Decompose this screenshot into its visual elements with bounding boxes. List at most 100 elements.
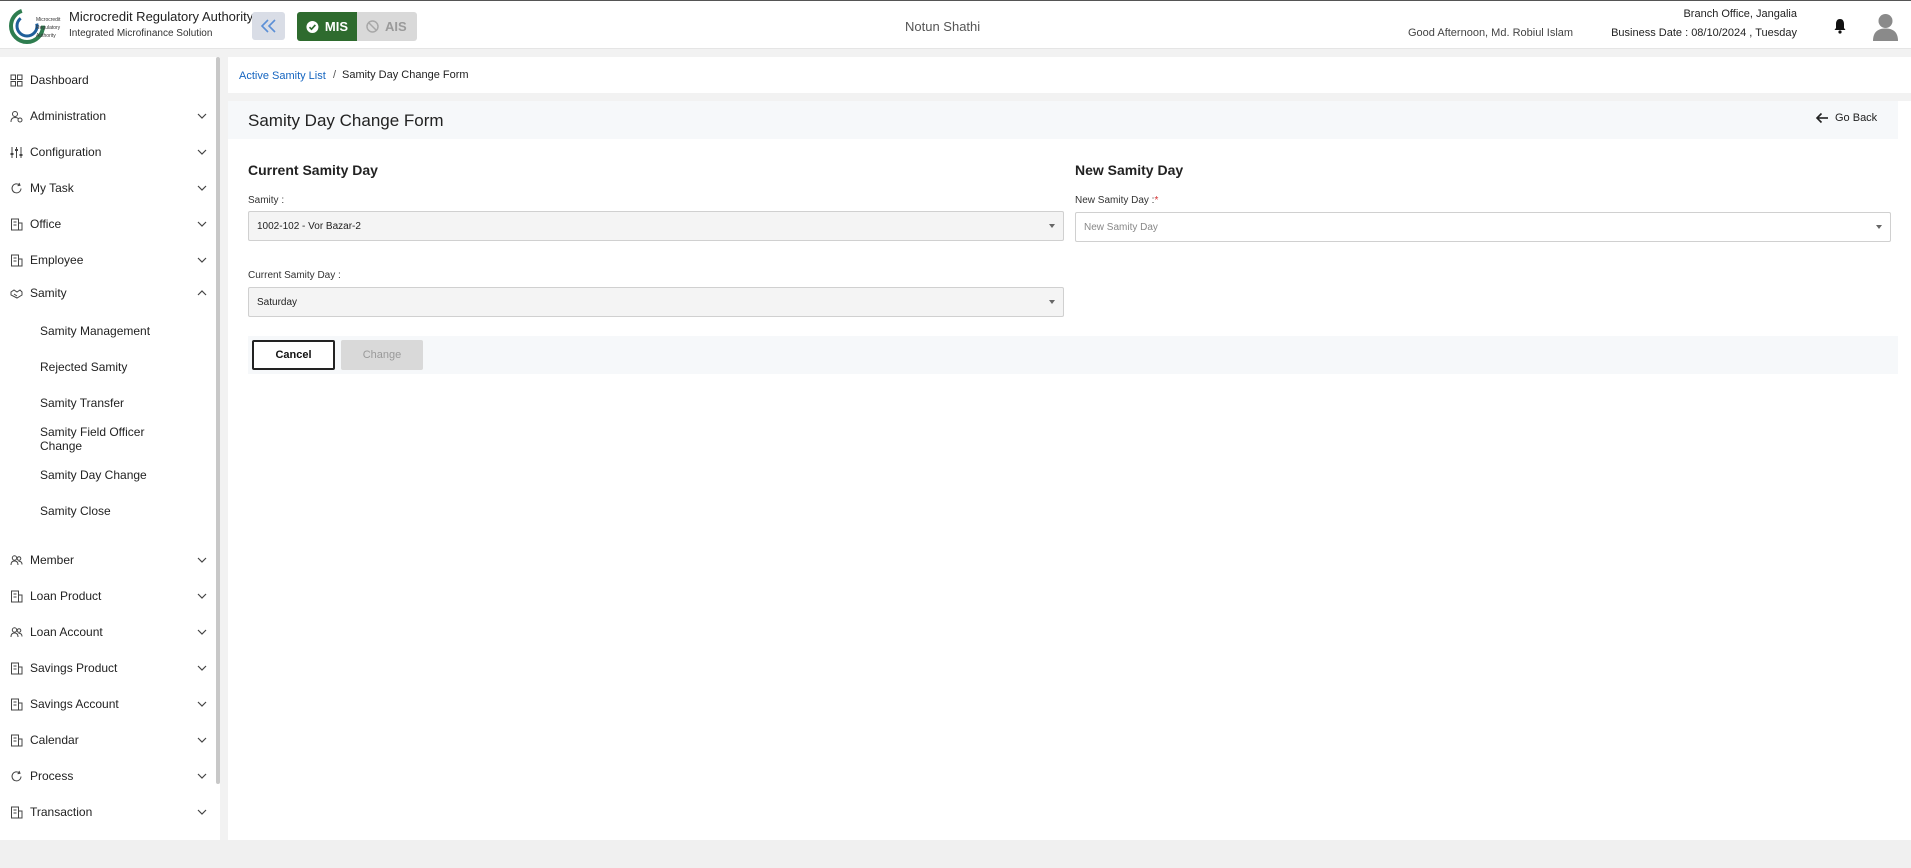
chevron-down-icon [197,257,207,263]
page-footer-strip [0,840,1911,868]
sidebar-item-samity[interactable]: Samity [0,279,214,307]
notification-bell-icon[interactable] [1833,18,1847,34]
sidebar-scrollbar[interactable] [216,57,220,784]
sidebar-item-administration[interactable]: Administration [0,102,214,130]
new-samity-day-label: New Samity Day :* [1075,195,1158,206]
users-icon [10,554,23,565]
current-samity-day-label: Current Samity Day : [248,270,341,281]
arrow-left-icon [1815,112,1828,124]
brand-title: Microcredit Regulatory Authority [69,9,254,24]
sidebar-subitem-samity-close[interactable]: Samity Close [40,504,200,518]
sidebar-subitem-samity-day-change[interactable]: Samity Day Change [40,468,200,482]
breadcrumb-current: Samity Day Change Form [342,69,469,81]
breadcrumb-separator: / [333,69,337,81]
sidebar-item-label: Member [30,553,75,567]
sidebar-item-dashboard[interactable]: Dashboard [0,66,214,94]
sidebar-subitem-samity-transfer[interactable]: Samity Transfer [40,396,200,410]
sidebar-item-label: Calendar [30,733,79,747]
cancel-button[interactable]: Cancel [252,340,335,370]
sidebar-item-label: Savings Account [30,697,119,711]
svg-text:Regulatory: Regulatory [36,25,61,31]
chevron-down-icon [197,185,207,191]
breadcrumb [228,57,1911,93]
chevron-down-icon [197,221,207,227]
current-samity-day-select[interactable]: Saturday [248,287,1064,317]
sidebar-item-member[interactable]: Member [0,546,214,574]
user-greeting: Good Afternoon, Md. Robiul Islam [1408,27,1574,39]
chevron-down-icon [197,593,207,599]
samity-label: Samity : [248,195,285,206]
sidebar-item-savings-account[interactable]: Savings Account [0,690,214,718]
new-samity-day-label-text: New Samity Day : [1075,195,1155,206]
current-samity-day-heading: Current Samity Day [248,162,378,178]
ais-label: AIS [385,19,407,34]
branch-name: Branch Office, Jangalia [1683,8,1797,20]
sidebar-item-loan-product[interactable]: Loan Product [0,582,214,610]
sidebar-item-label: Samity [30,286,67,300]
new-samity-day-heading: New Samity Day [1075,162,1184,178]
chevron-down-icon [197,773,207,779]
sidebar-item-label: Dashboard [30,73,89,87]
users-icon [10,626,23,637]
sidebar-subitem-rejected-samity[interactable]: Rejected Samity [40,360,200,374]
building-icon [11,806,23,818]
sidebar-subitem-samity-management[interactable]: Samity Management [40,324,200,338]
brand-subtitle: Integrated Microfinance Solution [69,28,213,39]
sidebar-item-my-task[interactable]: My Task [0,174,214,202]
sidebar-item-label: Loan Product [30,589,102,603]
go-back-button[interactable]: Go Back [1815,112,1877,124]
current-samity-day-value: Saturday [257,296,298,308]
chevron-down-icon [197,665,207,671]
form-action-bar [248,336,1898,374]
ban-icon [366,20,379,33]
sidebar-item-label: Transaction [30,805,93,819]
samity-select[interactable]: 1002-102 - Vor Bazar-2 [248,211,1064,241]
caret-down-icon [1049,224,1055,228]
go-back-label: Go Back [1835,112,1878,124]
user-avatar-icon[interactable] [1872,12,1899,41]
new-samity-day-select[interactable]: New Samity Day [1075,212,1891,242]
sidebar-item-office[interactable]: Office [0,210,214,238]
double-chevron-left-icon [260,19,276,33]
breadcrumb-link-active-samity-list[interactable]: Active Samity List [239,70,326,82]
handshake-icon [10,288,23,299]
building-icon [11,698,23,710]
caret-down-icon [1876,225,1882,229]
chevron-down-icon [197,149,207,155]
chevron-down-icon [197,737,207,743]
sidebar-item-employee[interactable]: Employee [0,246,214,274]
refresh-icon [11,770,22,781]
caret-down-icon [1049,300,1055,304]
building-icon [11,734,23,746]
mis-button[interactable]: MIS [297,12,357,41]
top-header: Microcredit Regulatory Authority Microcr… [0,0,1911,49]
chevron-up-icon [197,290,207,296]
sidebar-item-configuration[interactable]: Configuration [0,138,214,166]
sidebar-item-transaction[interactable]: Transaction [0,798,214,826]
required-marker: * [1154,195,1159,206]
building-icon [11,662,23,674]
mra-logo[interactable]: Microcredit Regulatory Authority [8,7,62,45]
building-icon [11,218,23,230]
sidebar-subitem-samity-field-officer-change[interactable]: Samity Field Officer Change [40,425,160,453]
sliders-icon [10,146,23,158]
sidebar-item-process[interactable]: Process [0,762,214,790]
refresh-icon [11,182,22,193]
sidebar-item-calendar[interactable]: Calendar [0,726,214,754]
sidebar-item-savings-product[interactable]: Savings Product [0,654,214,682]
samity-select-value: 1002-102 - Vor Bazar-2 [257,220,361,232]
building-icon [11,590,23,602]
chevron-down-icon [197,557,207,563]
business-date: Business Date : 08/10/2024 , Tuesday [1611,27,1797,39]
sidebar-item-loan-account[interactable]: Loan Account [0,618,214,646]
page-title-bar [228,101,1898,139]
sidebar-item-label: Office [30,217,62,231]
sidebar-item-label: Process [30,769,74,783]
mis-label: MIS [324,19,348,34]
module-switch: MIS AIS [297,12,417,41]
chevron-down-icon [197,809,207,815]
ais-button[interactable]: AIS [357,12,417,41]
collapse-sidebar-button[interactable] [252,12,285,40]
change-button[interactable]: Change [341,340,423,370]
chevron-down-icon [197,113,207,119]
